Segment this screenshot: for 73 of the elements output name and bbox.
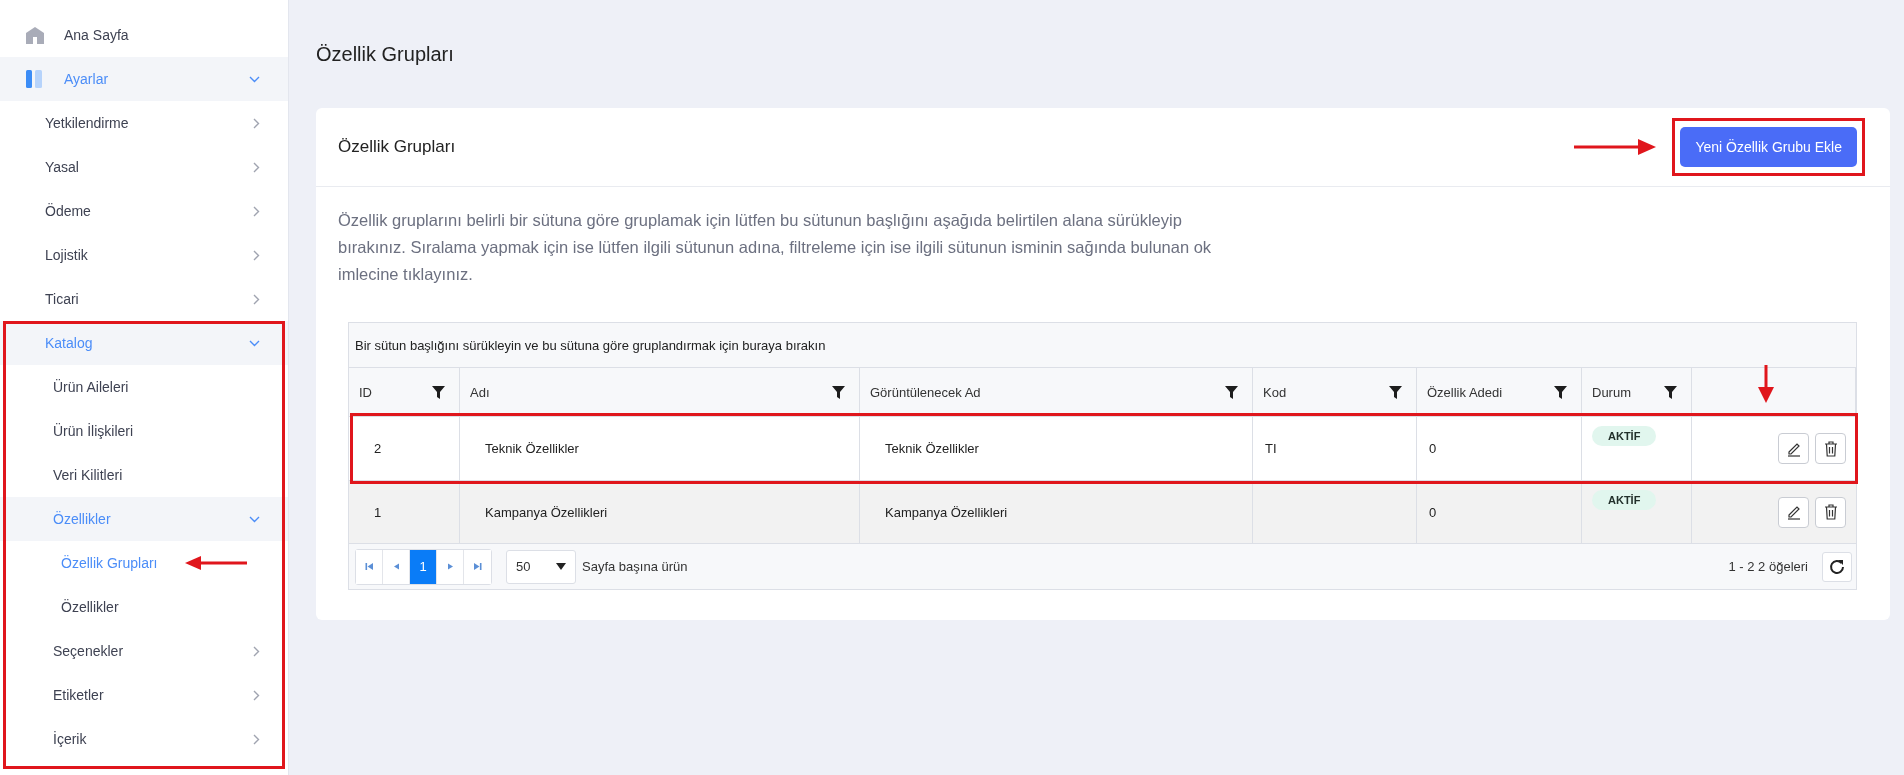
column-header[interactable]: Kod: [1253, 368, 1417, 417]
refresh-icon: [1829, 558, 1845, 575]
column-header[interactable]: Durum: [1582, 368, 1692, 417]
column-header[interactable]: ID: [349, 368, 460, 417]
chevron-down-icon: [249, 339, 260, 347]
sidebar-item[interactable]: İçerik: [0, 717, 288, 761]
trash-icon: [1823, 440, 1838, 457]
sidebar-item[interactable]: Seçenekler: [0, 629, 288, 673]
filter-icon[interactable]: [832, 385, 845, 399]
first-page-button[interactable]: [356, 549, 383, 584]
edit-button[interactable]: [1778, 433, 1809, 464]
chevron-right-icon: [253, 689, 260, 701]
table-cell: TI: [1253, 417, 1417, 481]
column-header[interactable]: Görüntülenecek Ad: [860, 368, 1253, 417]
page-size-label: Sayfa başına ürün: [582, 559, 688, 574]
chevron-right-icon: [253, 733, 260, 745]
skip-triangle-icon: [473, 562, 482, 571]
table-cell: 2: [349, 417, 460, 481]
home-icon: [26, 26, 44, 44]
chevron-right-icon: [253, 205, 260, 217]
table-cell: 0: [1417, 417, 1582, 481]
sidebar-item[interactable]: Ödeme: [0, 189, 288, 233]
page-title: Özellik Grupları: [316, 41, 455, 67]
chevron-right-icon: [253, 117, 260, 129]
table-cell: Teknik Özellikler: [860, 417, 1253, 481]
sidebar-item[interactable]: Ürün İlişkileri: [0, 409, 288, 453]
triangle-icon: [445, 562, 455, 571]
sidebar-item[interactable]: Etiketler: [0, 673, 288, 717]
chevron-right-icon: [253, 645, 260, 657]
table-cell: Teknik Özellikler: [460, 417, 860, 481]
table-cell: Kampanya Özellikleri: [460, 481, 860, 544]
table-cell: Kampanya Özellikleri: [860, 481, 1253, 544]
add-group-button[interactable]: Yeni Özellik Grubu Ekle: [1680, 127, 1857, 167]
sidebar-item[interactable]: Özellikler: [0, 585, 288, 629]
caret-down-icon: [556, 563, 566, 570]
edit-button[interactable]: [1778, 496, 1809, 528]
sidebar-item[interactable]: Veri Kilitleri: [0, 453, 288, 497]
description-text: Özellik gruplarını belirli bir sütuna göre gruplamak için lütfen bu sütunun başlığını aşağıda belirtilen alana sürükleyip bırakınız. Sıralama yapmak için ise lütfen ilgili sütunun adına, filtreleme için ise ilgili sütunun isminin sağında bulunan ok imlecine tıklayınız.: [338, 210, 1213, 285]
pager-summary: 1 - 2 2 öğeleri: [1728, 559, 1808, 574]
pencil-icon: [1785, 504, 1802, 520]
card-title: Özellik Grupları: [338, 137, 456, 157]
filter-icon[interactable]: [1554, 385, 1567, 399]
group-drop-area[interactable]: Bir sütun başlığını sürükleyin ve bu sütuna göre gruplandırmak için buraya bırakın: [349, 323, 1856, 368]
filter-icon[interactable]: [1664, 385, 1677, 399]
sidebar-item[interactable]: Ürün Aileleri: [0, 365, 288, 409]
sidebar-item[interactable]: Yetkilendirme: [0, 101, 288, 145]
status-badge: AKTİF: [1592, 426, 1657, 446]
trash-icon: [1823, 504, 1838, 520]
filter-icon[interactable]: [1225, 385, 1238, 399]
sidebar-item[interactable]: Lojistik: [0, 233, 288, 277]
table-cell: 0: [1417, 481, 1582, 544]
delete-button[interactable]: [1815, 433, 1846, 464]
table-cell: 1: [349, 481, 460, 544]
chevron-down-icon: [249, 75, 260, 83]
delete-button[interactable]: [1815, 496, 1846, 528]
filter-icon[interactable]: [1389, 385, 1402, 399]
page-button[interactable]: 1: [410, 549, 437, 584]
column-header[interactable]: Özellik Adedi: [1417, 368, 1582, 417]
triangle-icon: [391, 562, 401, 571]
status-badge: AKTİF: [1592, 490, 1657, 510]
filter-icon[interactable]: [432, 385, 445, 399]
column-header[interactable]: Adı: [460, 368, 860, 417]
chevron-down-icon: [249, 515, 260, 523]
chevron-right-icon: [253, 161, 260, 173]
page-size-dropdown[interactable]: 50: [506, 549, 576, 584]
chevron-right-icon: [253, 249, 260, 261]
refresh-button[interactable]: [1822, 551, 1852, 582]
skip-triangle-icon: [364, 562, 374, 571]
panels-icon: [26, 70, 42, 88]
sidebar-item[interactable]: Ana Sayfa: [0, 13, 288, 57]
sidebar-item[interactable]: Ticari: [0, 277, 288, 321]
sidebar-item[interactable]: Yasal: [0, 145, 288, 189]
chevron-right-icon: [253, 293, 260, 305]
